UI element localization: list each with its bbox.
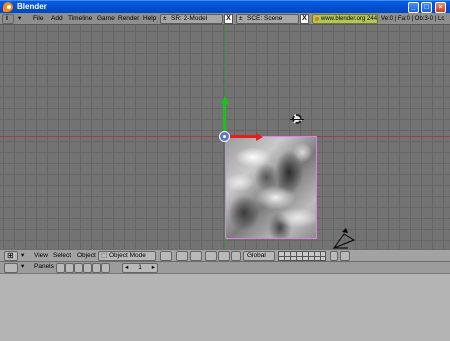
screen-selector[interactable]: ± SR: 2-Model [160, 14, 223, 24]
scene-context-icon[interactable] [101, 263, 110, 273]
camera-object-icon[interactable] [332, 228, 358, 249]
mode-selector[interactable]: ⬚ Object Mode [98, 251, 156, 261]
x-translate-handle[interactable] [229, 135, 259, 138]
info-header: i ▾ File Add Timeline Game Render Help ±… [0, 13, 450, 25]
shading-icon[interactable] [160, 251, 172, 261]
object-context-icon[interactable] [83, 263, 92, 273]
editing-context-icon[interactable] [92, 263, 101, 273]
delete-scene-button[interactable]: X [300, 14, 309, 24]
translate-manipulator-icon[interactable] [218, 251, 230, 261]
lock-icon[interactable] [330, 251, 338, 261]
menu-game[interactable]: Game [97, 14, 115, 24]
screen-name[interactable]: 2-Model [184, 15, 207, 22]
scene-name[interactable]: Scene [264, 15, 282, 22]
layer-buttons[interactable] [278, 251, 326, 261]
close-button[interactable]: × [435, 2, 446, 13]
3d-viewport[interactable] [0, 25, 450, 249]
scene-selector[interactable]: ± SCE: Scene [236, 14, 299, 24]
editor-type-buttons-icon[interactable] [4, 263, 18, 273]
buttons-header: ▾ Panels ◂ 1 ▸ [0, 262, 450, 274]
x-arrow-icon[interactable] [256, 133, 263, 141]
window-titlebar[interactable]: Blender _ □ × [0, 0, 450, 13]
rotate-manipulator-icon[interactable] [231, 251, 241, 261]
editor-type-icon[interactable]: i [2, 14, 14, 24]
collapse-arrow-icon[interactable]: ▾ [18, 14, 21, 24]
collapse-arrow-icon[interactable]: ▾ [21, 251, 24, 261]
object-origin-icon[interactable] [219, 131, 230, 142]
minimize-button[interactable]: _ [408, 2, 419, 13]
page-number: 1 [138, 264, 142, 271]
logic-context-icon[interactable] [56, 263, 65, 273]
blender-logo-icon [3, 2, 13, 12]
version-url: www.blender.org 244 [312, 14, 378, 24]
y-arrow-icon[interactable] [221, 96, 229, 104]
3d-view-header: ⊞ ▾ View Select Object ⬚ Object Mode Glo… [0, 249, 450, 262]
scene-browse-icon[interactable]: ± [239, 15, 243, 23]
scene-prefix: SCE: [247, 15, 263, 22]
delete-screen-button[interactable]: X [224, 14, 233, 24]
shading-context-icon[interactable] [74, 263, 83, 273]
object-mode-icon: ⬚ [101, 252, 108, 259]
hand-manipulator-icon[interactable] [205, 251, 217, 261]
menu-object[interactable]: Object [77, 251, 96, 261]
menu-help[interactable]: Help [143, 14, 156, 24]
blender-window: Blender _ □ × i ▾ File Add Timeline Game… [0, 0, 450, 341]
menu-select[interactable]: Select [53, 251, 71, 261]
orientation-selector[interactable]: Global [243, 251, 275, 261]
orientation-label: Global [247, 252, 266, 259]
increment-arrow-icon[interactable]: ▸ [152, 264, 155, 272]
script-context-icon[interactable] [65, 263, 74, 273]
menu-add[interactable]: Add [51, 14, 63, 24]
menu-timeline[interactable]: Timeline [68, 14, 92, 24]
3d-cursor-icon [290, 114, 304, 124]
menu-view[interactable]: View [34, 251, 48, 261]
editor-type-grid-icon[interactable]: ⊞ [4, 251, 18, 261]
page-number-field[interactable]: ◂ 1 ▸ [122, 263, 158, 273]
terrain-mesh-object[interactable] [225, 136, 317, 239]
layer-toggle-icon[interactable] [190, 251, 202, 261]
maximize-button[interactable]: □ [421, 2, 432, 13]
menu-render[interactable]: Render [118, 14, 139, 24]
collapse-arrow-icon[interactable]: ▾ [21, 262, 24, 272]
scene-stats: Ve:0 | Fa:0 | Ob:3-0 | Lc [381, 16, 445, 22]
screen-browse-icon[interactable]: ± [163, 15, 167, 23]
mode-label: Object Mode [109, 252, 146, 259]
menu-file[interactable]: File [33, 14, 43, 24]
decrement-arrow-icon[interactable]: ◂ [125, 264, 128, 272]
screen-prefix: SR: [171, 15, 182, 22]
window-title: Blender [17, 2, 47, 11]
render-icon[interactable] [340, 251, 350, 261]
pivot-icon[interactable] [176, 251, 188, 261]
panels-label: Panels [34, 263, 54, 270]
y-translate-handle[interactable] [223, 100, 226, 133]
